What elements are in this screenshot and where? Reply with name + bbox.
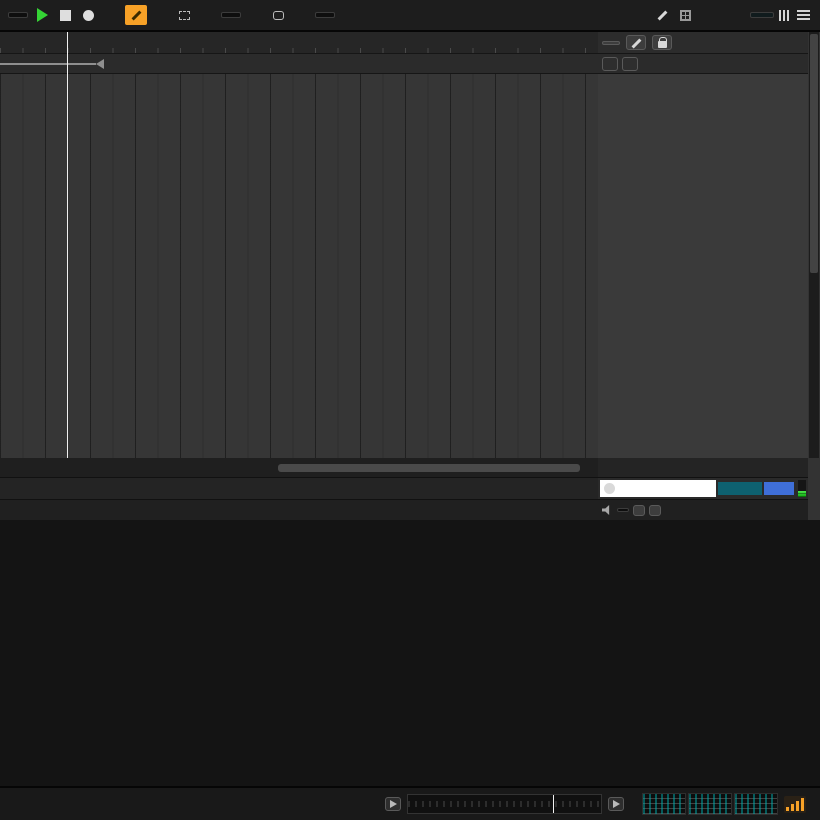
main-track-header[interactable] <box>598 478 808 500</box>
status-bar <box>0 786 820 820</box>
zoom-width-button[interactable] <box>649 505 661 516</box>
set-button[interactable] <box>602 41 620 45</box>
track-header-panel <box>598 32 820 520</box>
transport-bar <box>0 0 820 32</box>
overview-playhead <box>553 795 554 813</box>
device-thumbnail[interactable] <box>642 793 686 815</box>
play-circle-icon <box>604 483 615 494</box>
main-meter <box>798 480 806 497</box>
add-button[interactable] <box>602 57 618 71</box>
menu-button[interactable] <box>794 5 812 25</box>
add-locator-button[interactable] <box>102 5 120 25</box>
device-thumbnail[interactable] <box>688 793 732 815</box>
main-track-name-box[interactable] <box>600 480 716 497</box>
back-to-arrangement-button[interactable] <box>152 5 170 25</box>
key-map-button[interactable] <box>699 5 717 25</box>
punch-icon <box>273 11 284 20</box>
ableton-live-window <box>0 0 820 820</box>
forward-button[interactable] <box>622 57 638 71</box>
stop-button[interactable] <box>56 5 74 25</box>
arrangement-overview[interactable] <box>407 794 602 814</box>
zoom-controls-row <box>598 500 808 520</box>
punch-button[interactable] <box>269 5 287 25</box>
grid-icon <box>680 10 691 21</box>
track-headers <box>598 74 808 458</box>
clip-lanes[interactable] <box>0 74 598 458</box>
level-meter-icon[interactable] <box>784 796 806 813</box>
clip-play-button[interactable] <box>608 797 624 811</box>
stop-icon <box>60 10 71 21</box>
io-activity-icon <box>779 10 789 21</box>
loop-length-display[interactable] <box>315 12 335 18</box>
midi-map-button[interactable] <box>722 5 740 25</box>
playhead[interactable] <box>67 32 68 458</box>
zoom-height-button[interactable] <box>633 505 645 516</box>
device-thumbnails[interactable] <box>642 793 778 815</box>
pencil-icon <box>130 9 142 21</box>
vertical-scroll-handle[interactable] <box>810 34 818 273</box>
main-volume-value[interactable] <box>718 482 762 495</box>
cpu-meter[interactable] <box>750 12 774 18</box>
pencil-button[interactable] <box>653 5 671 25</box>
record-icon <box>83 10 94 21</box>
mixer-strips <box>0 520 820 786</box>
playback-speed-box[interactable] <box>617 508 629 512</box>
arrangement-timeline-area <box>0 32 598 520</box>
main-pan-value[interactable] <box>764 482 794 495</box>
vertical-scrollbar[interactable] <box>809 32 819 458</box>
play-icon <box>613 800 620 808</box>
selection-box-icon <box>179 11 190 20</box>
preview-play-button[interactable] <box>385 797 401 811</box>
hamburger-icon <box>797 10 810 20</box>
time-ruler[interactable] <box>0 500 598 520</box>
lock-icon <box>658 41 667 48</box>
fade-in-button[interactable] <box>246 5 264 25</box>
device-thumbnail[interactable] <box>734 793 778 815</box>
pencil-icon <box>630 37 642 49</box>
play-icon <box>37 8 48 22</box>
selection-tool-button[interactable] <box>175 5 193 25</box>
loop-marker[interactable] <box>0 63 96 65</box>
horizontal-scroll-handle[interactable] <box>278 464 580 472</box>
pencil-icon <box>656 9 668 21</box>
fade-out-button[interactable] <box>292 5 310 25</box>
speaker-icon <box>602 505 613 515</box>
lock-button[interactable] <box>652 35 672 50</box>
loop-start-display[interactable] <box>221 12 241 18</box>
pencil-button[interactable] <box>626 35 646 50</box>
nav-buttons-row <box>598 54 808 74</box>
arrangement-tools-row <box>598 32 808 54</box>
page-indicator-row <box>0 478 598 500</box>
play-button[interactable] <box>33 5 51 25</box>
record-button[interactable] <box>79 5 97 25</box>
loop-toggle-button[interactable] <box>198 5 216 25</box>
marker-strip[interactable] <box>0 54 598 74</box>
arrangement-view <box>0 32 820 520</box>
grid-button[interactable] <box>676 5 694 25</box>
play-icon <box>390 800 397 808</box>
bar-ruler[interactable] <box>0 32 598 54</box>
horizontal-scroll-area[interactable] <box>0 458 598 478</box>
header-scroll-spacer <box>598 458 808 478</box>
arrangement-position-display[interactable] <box>8 12 28 18</box>
draw-mode-button[interactable] <box>125 5 147 25</box>
